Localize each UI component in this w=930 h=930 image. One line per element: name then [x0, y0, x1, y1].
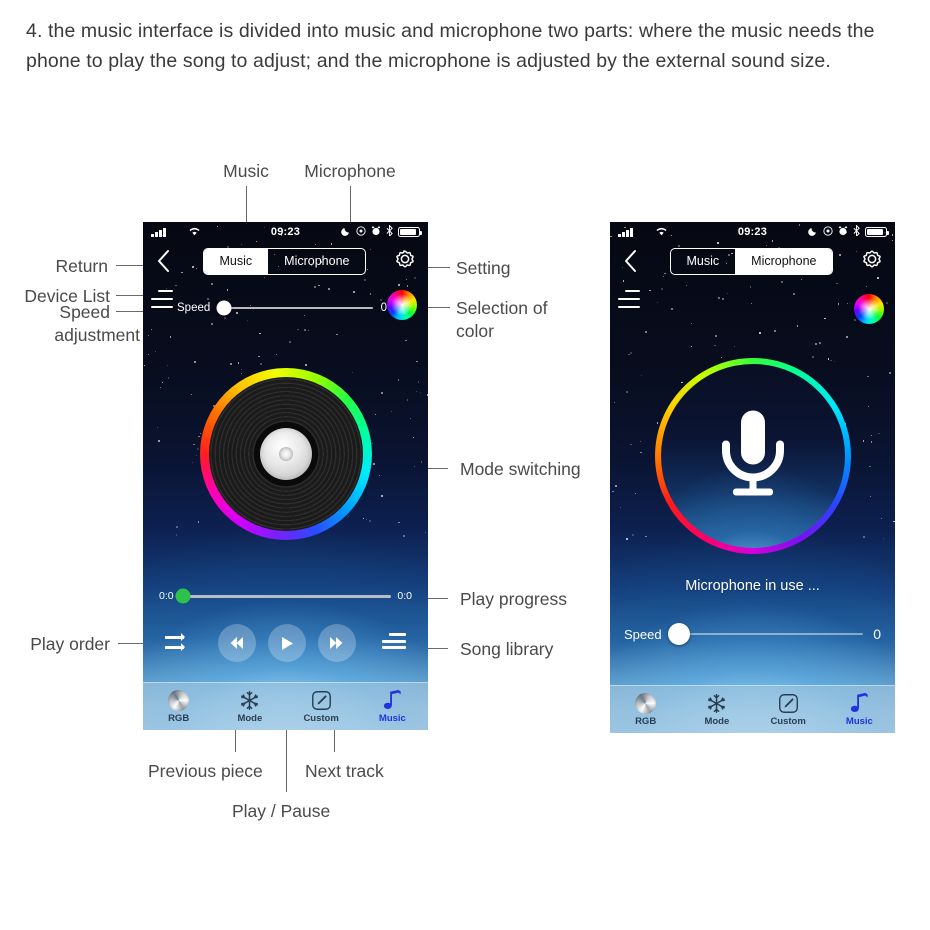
speed-label: Speed [624, 626, 662, 642]
vinyl-spindle-hole [278, 447, 293, 461]
microphone-icon [717, 408, 789, 505]
progress-elapsed: 0:0 [159, 590, 174, 602]
tab-rgb[interactable]: RGB [610, 686, 681, 733]
tab-rgb-label: RGB [168, 713, 190, 724]
next-track-button[interactable] [317, 624, 356, 662]
setting-button[interactable] [855, 244, 889, 278]
phone-screen-microphone[interactable]: 09:23 Music Microphone Microphone in use… [610, 222, 895, 733]
tab-mode[interactable]: Mode [681, 686, 752, 733]
setting-button[interactable] [388, 244, 422, 278]
status-bar: 09:23 [143, 222, 428, 242]
tab-custom[interactable]: Custom [286, 683, 357, 730]
tab-custom-label: Custom [303, 713, 339, 724]
annotation-play-progress: Play progress [460, 589, 567, 609]
music-note-icon [849, 692, 869, 714]
microphone-status-text: Microphone in use ... [685, 578, 820, 594]
progress-total: 0:0 [397, 590, 412, 602]
snowflake-icon [706, 692, 727, 714]
play-pause-button[interactable] [267, 624, 306, 662]
song-library-icon[interactable] [382, 633, 406, 653]
intro-paragraph: 4. the music interface is divided into m… [26, 20, 875, 72]
annotation-setting: Setting [456, 258, 511, 278]
device-list-button[interactable] [151, 290, 173, 308]
speed-slider-thumb[interactable] [216, 300, 232, 316]
tab-custom-label: Custom [770, 716, 806, 727]
do-not-disturb-icon [356, 225, 366, 239]
annotation-next-track: Next track [305, 761, 384, 781]
do-not-disturb-icon [823, 225, 833, 239]
annotation-selection-of-color-line1: Selection of [456, 298, 548, 318]
moon-icon [341, 226, 351, 239]
annotation-microphone: Microphone [304, 161, 396, 181]
tab-microphone[interactable]: Microphone [735, 248, 833, 274]
bottom-tab-bar: RGB Mode Custom Music [610, 685, 895, 733]
annotation-song-library: Song library [460, 639, 554, 659]
play-progress-thumb[interactable] [175, 588, 191, 604]
tab-music-bottom[interactable]: Music [824, 686, 895, 733]
previous-track-button[interactable] [217, 624, 256, 662]
segmented-control-music-microphone[interactable]: Music Microphone [669, 247, 834, 275]
rgb-ball-icon [635, 692, 657, 714]
microphone-indicator[interactable] [654, 358, 851, 554]
tab-mode[interactable]: Mode [214, 683, 285, 730]
tab-microphone[interactable]: Microphone [268, 249, 365, 274]
annotation-music: Music [223, 161, 269, 181]
tab-music-label: Music [378, 713, 406, 724]
play-order-icon[interactable] [165, 633, 191, 653]
pencil-square-icon [311, 689, 332, 711]
transport-controls [143, 624, 428, 662]
alarm-icon [838, 226, 848, 239]
pencil-square-icon [778, 692, 799, 714]
speed-slider[interactable] [216, 300, 373, 316]
selection-of-color-button[interactable] [854, 294, 884, 324]
tab-music[interactable]: Music [671, 249, 736, 274]
phone-screen-music[interactable]: 09:23 Music Microphone Speed 0 0:0 0:0 R… [143, 222, 428, 730]
annotation-play-pause: Play / Pause [232, 801, 331, 821]
tab-custom[interactable]: Custom [753, 686, 824, 733]
annotation-selection-of-color-line2: color [456, 321, 494, 341]
tab-music-label: Music [845, 716, 873, 727]
speed-label: Speed [177, 302, 211, 314]
annotation-mode-switching: Mode switching [460, 459, 581, 479]
speed-slider-thumb[interactable] [668, 623, 691, 645]
battery-icon [398, 227, 423, 237]
annotation-play-order: Play order [30, 634, 110, 654]
nav-bar: Music Microphone [143, 242, 428, 280]
bluetooth-icon [386, 224, 393, 239]
tab-music-bottom[interactable]: Music [357, 683, 428, 730]
tab-music[interactable]: Music [203, 248, 269, 274]
segmented-control-music-microphone[interactable]: Music Microphone [202, 247, 367, 275]
status-bar: 09:23 [610, 222, 895, 242]
bluetooth-icon [853, 224, 860, 239]
music-note-icon [382, 689, 402, 711]
play-progress-row[interactable]: 0:0 0:0 [159, 588, 412, 604]
tab-rgb-label: RGB [635, 716, 657, 727]
speed-value: 0 [873, 626, 881, 642]
snowflake-icon [239, 689, 260, 711]
speed-adjustment-row[interactable]: Speed 0 [177, 300, 387, 316]
play-progress-slider[interactable] [175, 588, 392, 604]
tab-mode-label: Mode [704, 716, 730, 727]
annotation-speed-adjustment-line2: adjustment [54, 325, 140, 345]
return-button[interactable] [614, 244, 648, 278]
rgb-ball-icon [168, 689, 190, 711]
annotation-return: Return [55, 256, 108, 276]
annotation-speed-adjustment-line1: Speed [59, 302, 110, 322]
return-button[interactable] [147, 244, 181, 278]
speed-slider[interactable] [668, 623, 864, 645]
battery-icon [865, 227, 890, 237]
device-list-button[interactable] [618, 290, 640, 308]
tab-rgb[interactable]: RGB [143, 683, 214, 730]
alarm-icon [371, 226, 381, 239]
speed-adjustment-row[interactable]: Speed 0 [624, 623, 881, 645]
bottom-tab-bar: RGB Mode Custom Music [143, 682, 428, 730]
moon-icon [808, 226, 818, 239]
nav-bar: Music Microphone [610, 242, 895, 280]
selection-of-color-button[interactable] [387, 290, 417, 320]
mode-switching-vinyl-record[interactable] [199, 368, 372, 540]
annotation-previous-piece: Previous piece [148, 761, 263, 781]
tab-mode-label: Mode [237, 713, 263, 724]
